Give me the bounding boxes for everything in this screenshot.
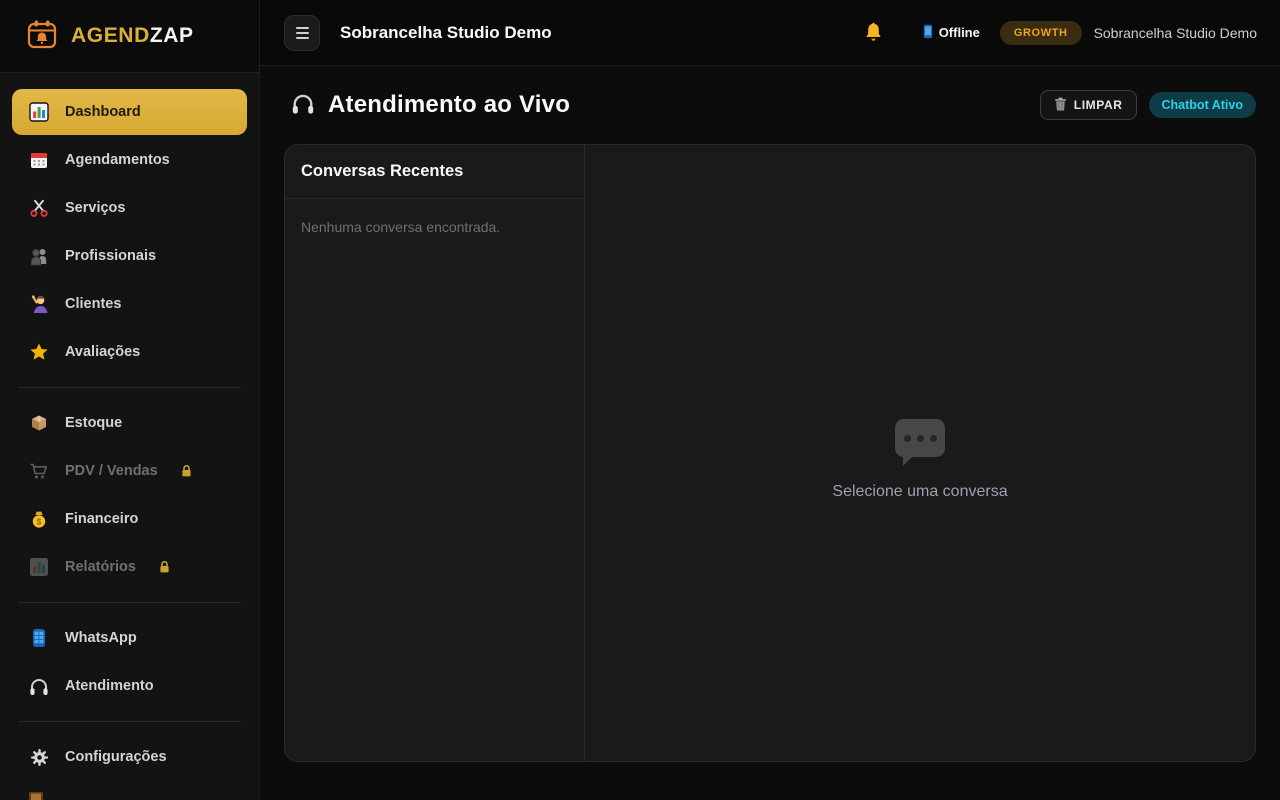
plan-badge: GROWTH xyxy=(1000,21,1082,45)
calendar-bell-logo-icon xyxy=(26,18,58,55)
sidebar-item-label: Configurações xyxy=(65,749,167,765)
sidebar-item-label: Agendamentos xyxy=(65,152,170,168)
sidebar-divider xyxy=(18,387,241,388)
sidebar-item-relatorios[interactable]: Relatórios xyxy=(12,544,247,590)
sidebar-item-label: Serviços xyxy=(65,200,125,216)
sidebar-item-label: Atendimento xyxy=(65,678,154,694)
lock-icon xyxy=(158,560,171,574)
account-name: Sobrancelha Studio Demo xyxy=(1094,25,1257,41)
chat-area: Selecione uma conversa xyxy=(585,145,1255,761)
clear-button-label: LIMPAR xyxy=(1074,98,1123,112)
sidebar-item-agendamentos[interactable]: Agendamentos xyxy=(12,137,247,183)
sidebar-item-label: Estoque xyxy=(65,415,122,431)
sidebar-item-servicos[interactable]: Serviços xyxy=(12,185,247,231)
trash-icon xyxy=(1054,97,1067,114)
sidebar-nav: Dashboard Agendamentos xyxy=(0,73,259,780)
headphones-icon xyxy=(28,676,50,696)
calendar-icon xyxy=(28,150,50,170)
sidebar-item-financeiro[interactable]: $ Financeiro xyxy=(12,496,247,542)
sidebar-item-label: Avaliações xyxy=(65,344,140,360)
sidebar-item-estoque[interactable]: Estoque xyxy=(12,400,247,446)
phone-status-icon xyxy=(923,24,933,42)
sidebar-item-label: Financeiro xyxy=(65,511,138,527)
money-bag-icon: $ xyxy=(28,509,50,529)
page-title: Atendimento ao Vivo xyxy=(328,91,570,119)
star-icon xyxy=(28,342,50,362)
sidebar-item-clientes[interactable]: Clientes xyxy=(12,281,247,327)
topbar: Sobrancelha Studio Demo Offline GRO xyxy=(260,0,1280,66)
sidebar-item-label: Relatórios xyxy=(65,559,136,575)
main-area: Sobrancelha Studio Demo Offline GRO xyxy=(260,0,1280,800)
sidebar-item-avaliacoes[interactable]: Avaliações xyxy=(12,329,247,375)
phone-icon xyxy=(28,628,50,648)
connection-status: Offline xyxy=(923,24,980,42)
sidebar-item-label: PDV / Vendas xyxy=(65,463,158,479)
sidebar-item-label: Clientes xyxy=(65,296,121,312)
brand-logo: AGENDZAP xyxy=(0,0,259,73)
sidebar-item-logout[interactable] xyxy=(28,791,44,800)
sidebar-item-configuracoes[interactable]: Configurações xyxy=(12,734,247,780)
sidebar-item-label: WhatsApp xyxy=(65,630,137,646)
svg-text:$: $ xyxy=(37,516,42,526)
connection-status-label: Offline xyxy=(939,25,980,40)
conversations-panel: Conversas Recentes Nenhuma conversa enco… xyxy=(285,145,585,761)
sidebar-divider xyxy=(18,721,241,722)
chatbot-status-badge[interactable]: Chatbot Ativo xyxy=(1149,92,1256,118)
chart-icon xyxy=(28,557,50,577)
sidebar-item-profissionais[interactable]: Profissionais xyxy=(12,233,247,279)
sidebar-divider xyxy=(18,602,241,603)
people-icon xyxy=(28,246,50,266)
sidebar-item-pdv-vendas[interactable]: PDV / Vendas xyxy=(12,448,247,494)
bar-chart-icon xyxy=(28,102,50,122)
topbar-title: Sobrancelha Studio Demo xyxy=(340,23,552,43)
gear-icon xyxy=(28,748,50,767)
scissors-icon xyxy=(28,198,50,218)
clear-button[interactable]: LIMPAR xyxy=(1040,90,1137,120)
sidebar-item-label: Dashboard xyxy=(65,104,141,120)
person-raising-hand-icon xyxy=(28,294,50,314)
live-chat-card: Conversas Recentes Nenhuma conversa enco… xyxy=(284,144,1256,762)
sidebar: AGENDZAP Dashboard xyxy=(0,0,260,800)
cart-icon xyxy=(28,461,50,481)
lock-icon xyxy=(180,464,193,478)
brand-name: AGENDZAP xyxy=(71,24,194,48)
chat-bubble-icon xyxy=(895,419,945,457)
notification-bell-icon[interactable] xyxy=(864,22,883,43)
sidebar-item-whatsapp[interactable]: WhatsApp xyxy=(12,615,247,661)
sidebar-item-label: Profissionais xyxy=(65,248,156,264)
chat-empty-message: Selecione uma conversa xyxy=(832,483,1007,501)
conversations-empty-message: Nenhuma conversa encontrada. xyxy=(285,199,584,255)
menu-toggle-button[interactable] xyxy=(284,15,320,51)
topbar-right: Offline GROWTH Sobrancelha Studio Demo xyxy=(864,21,1257,45)
sidebar-item-dashboard[interactable]: Dashboard xyxy=(12,89,247,135)
conversations-header: Conversas Recentes xyxy=(285,145,584,199)
package-icon xyxy=(28,413,50,433)
sidebar-item-atendimento[interactable]: Atendimento xyxy=(12,663,247,709)
page-header: Atendimento ao Vivo LIMPAR Chatbot Ativo xyxy=(260,66,1280,144)
headphones-icon xyxy=(290,91,316,120)
